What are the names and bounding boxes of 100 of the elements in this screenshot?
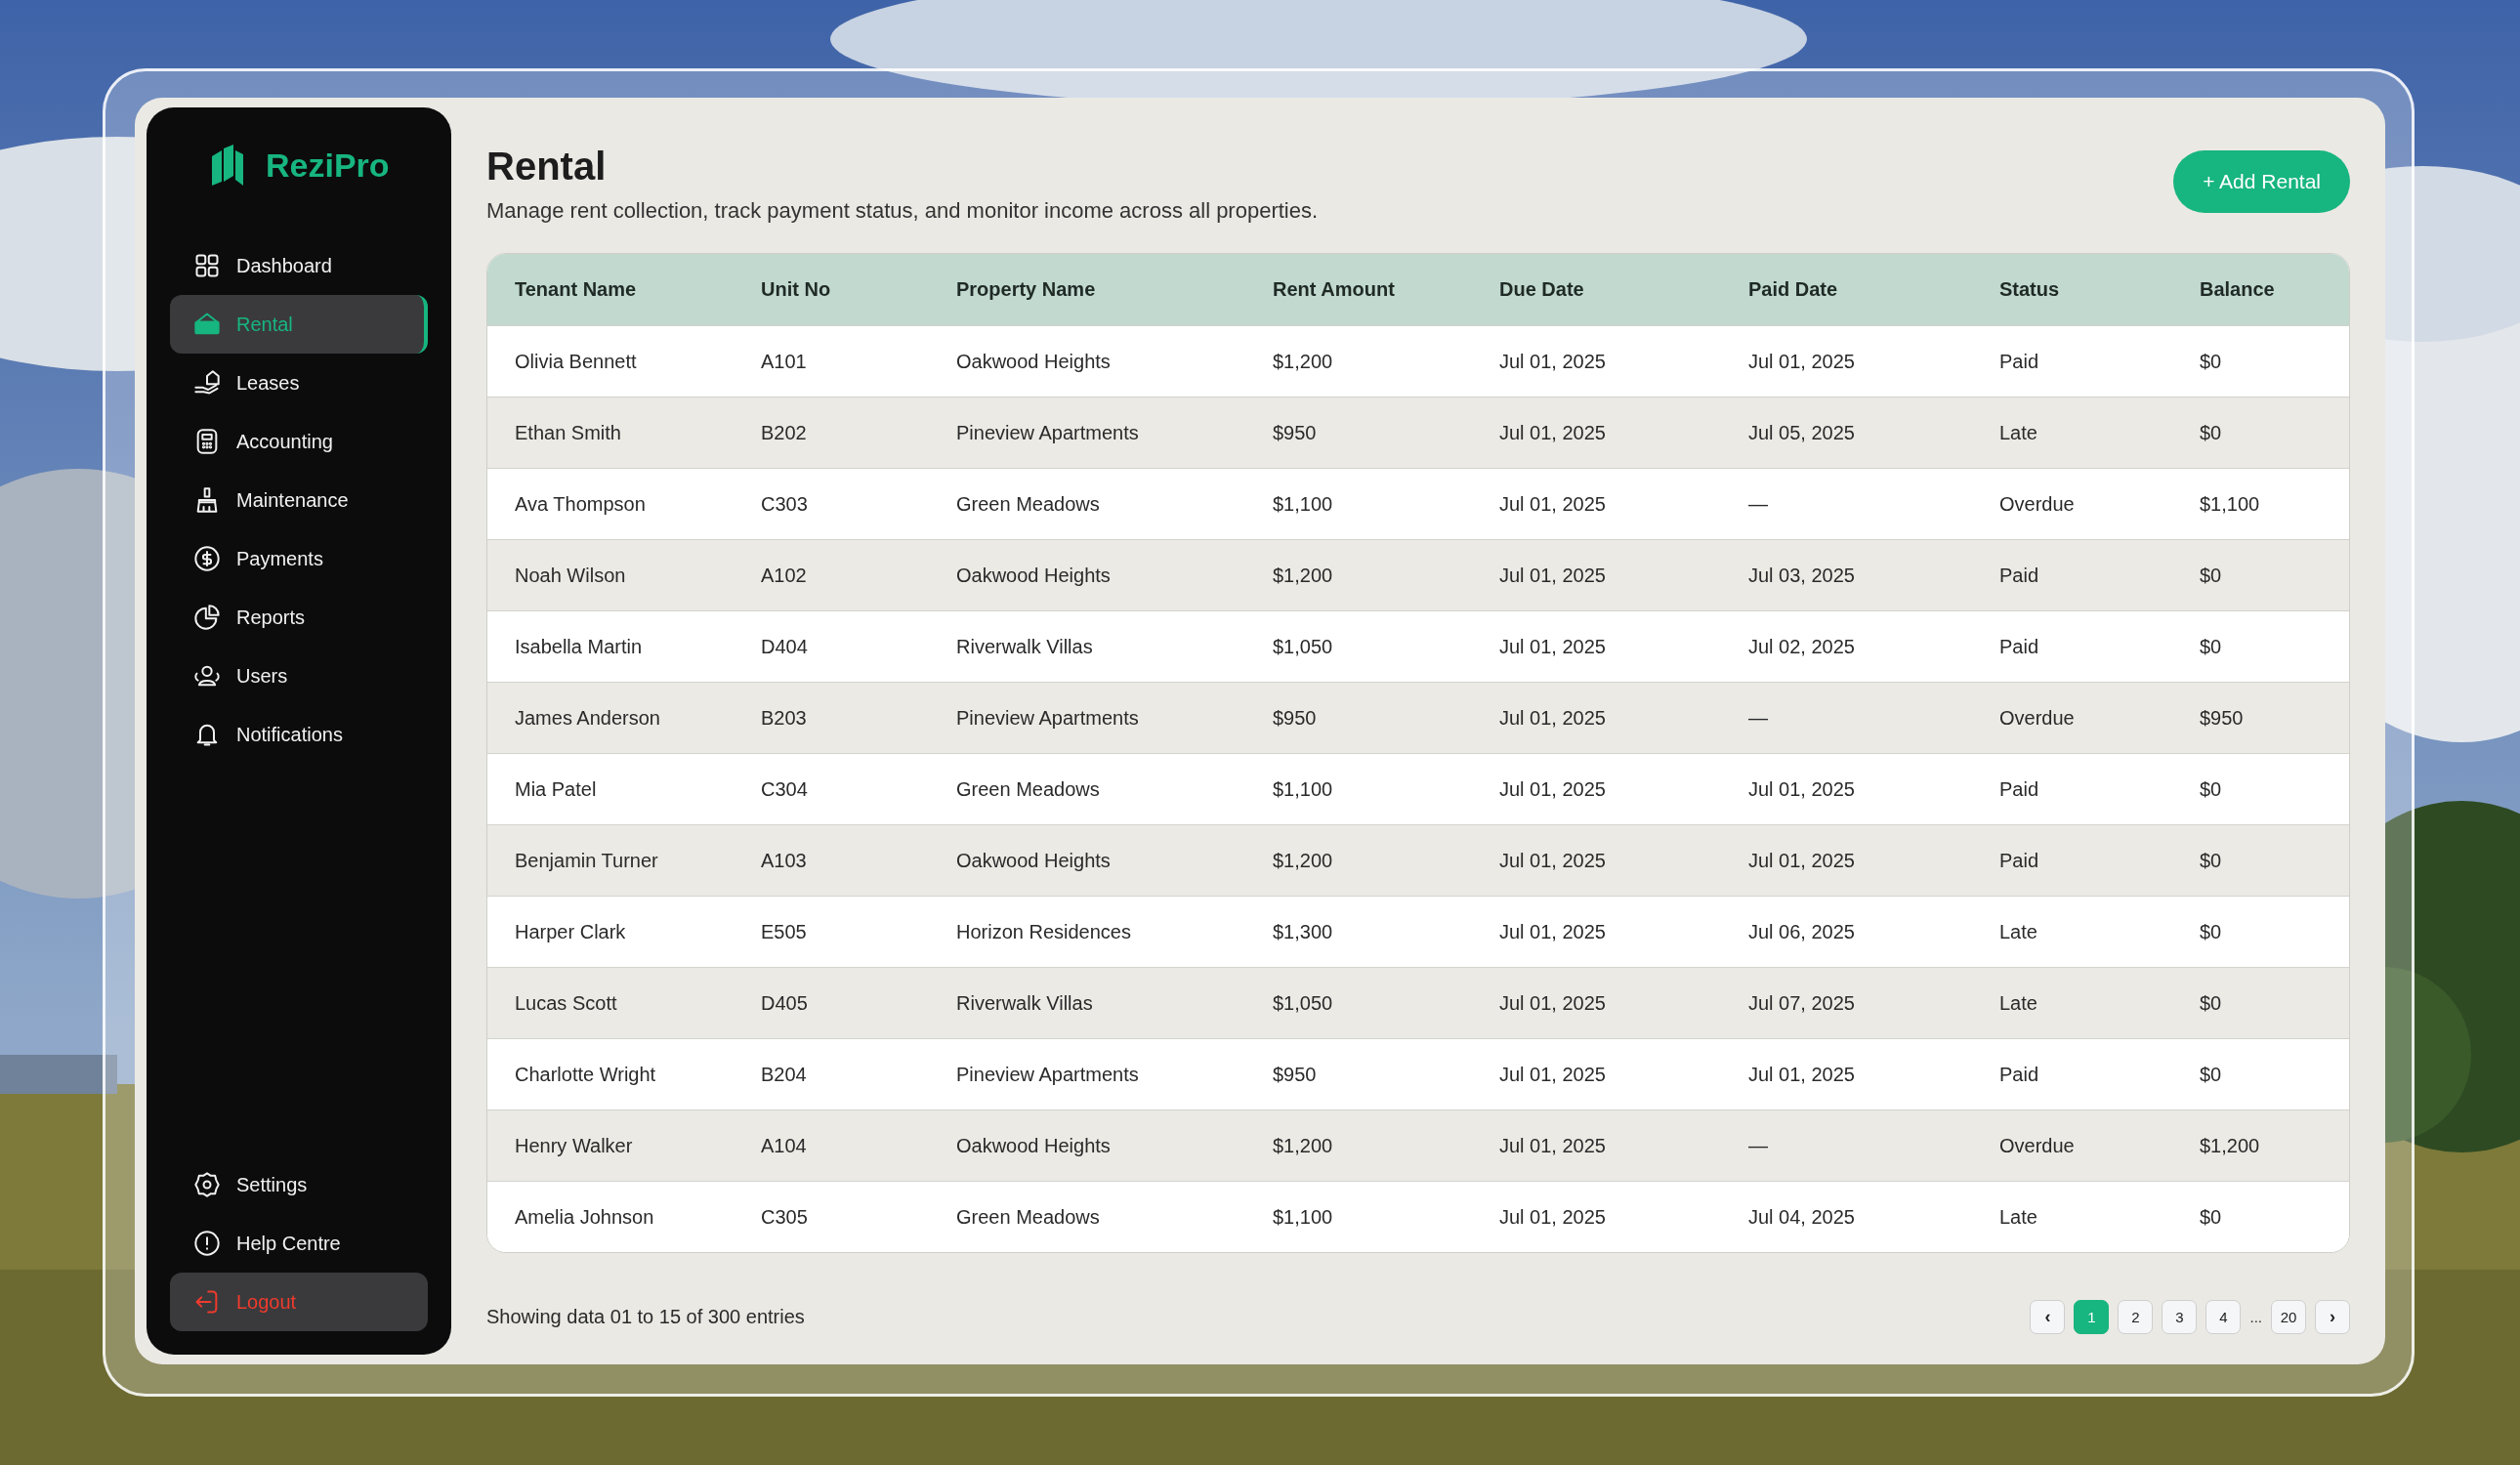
- table-cell-text: Lucas Scott: [515, 991, 618, 1015]
- table-cell-text: Paid: [1999, 849, 2040, 872]
- table-cell-text: Late: [1999, 920, 2038, 943]
- table-cell-text: Jul 01, 2025: [1499, 991, 1607, 1015]
- table-cell-text: Jul 01, 2025: [1748, 350, 1856, 373]
- table-cell-text: $1,200: [2200, 1134, 2261, 1157]
- column-header: Paid Date: [1748, 278, 1839, 301]
- table-cell-text: Mia Patel: [515, 777, 598, 801]
- nav-item[interactable]: Reports: [170, 588, 428, 647]
- table-cell-text: $1,100: [2200, 492, 2261, 516]
- pie-chart-icon: [193, 604, 221, 631]
- alert-icon: [193, 1230, 221, 1257]
- table-cell-text: Jul 07, 2025: [1748, 991, 1856, 1015]
- table-cell-text: Jul 01, 2025: [1748, 1063, 1856, 1086]
- column-header: Balance: [2200, 278, 2276, 301]
- table-cell-text: D404: [761, 635, 809, 658]
- table-cell-text: $950: [1273, 421, 1318, 444]
- table-cell-text: Benjamin Turner: [515, 849, 659, 872]
- table-cell-text: Ethan Smith: [515, 421, 622, 444]
- grid-icon: [193, 252, 221, 279]
- table-cell-text: Jul 01, 2025: [1499, 1134, 1607, 1157]
- table-cell-text: Jul 03, 2025: [1748, 564, 1856, 587]
- table-cell-text: $0: [2200, 920, 2223, 943]
- nav-item[interactable]: Leases: [170, 354, 428, 412]
- table-cell-text: $1,300: [1273, 920, 1334, 943]
- table-cell-text: Noah Wilson: [515, 564, 627, 587]
- table-cell-text: Jul 01, 2025: [1499, 350, 1607, 373]
- pagination-ellipsis: ...: [2249, 1309, 2262, 1325]
- nav-item[interactable]: Help Centre: [170, 1214, 428, 1273]
- table-cell-text: $0: [2200, 350, 2223, 373]
- table-cell-text: E505: [761, 920, 808, 943]
- table-cell-text: $1,200: [1273, 1134, 1334, 1157]
- table-cell-text: Paid: [1999, 1063, 2040, 1086]
- table-cell-text: Oakwood Heights: [956, 350, 1112, 373]
- table-cell-text: Overdue: [1999, 1134, 2076, 1157]
- table-cell-text: A101: [761, 350, 808, 373]
- table-cell-text: $950: [2200, 706, 2245, 730]
- table-cell-text: $1,100: [1273, 492, 1334, 516]
- table-cell-text: B203: [761, 706, 808, 730]
- nav-item[interactable]: Users: [170, 647, 428, 705]
- table-cell-text: —: [1748, 492, 1769, 516]
- table-cell-text: —: [1748, 1134, 1769, 1157]
- nav-item[interactable]: Notifications: [170, 705, 428, 764]
- page-subtitle: Manage rent collection, track payment status, and monitor income across all properties.: [486, 198, 1319, 224]
- table-cell-text: Horizon Residences: [956, 920, 1132, 943]
- table-cell-text: Pineview Apartments: [956, 1063, 1140, 1086]
- table-cell-text: Late: [1999, 1205, 2038, 1229]
- table-cell-text: Jul 01, 2025: [1499, 706, 1607, 730]
- column-header: Unit No: [761, 278, 832, 301]
- table-cell-text: B204: [761, 1063, 808, 1086]
- table-cell-text: C305: [761, 1205, 809, 1229]
- page-title: Rental: [486, 145, 608, 188]
- table-cell-text: A104: [761, 1134, 808, 1157]
- table-cell-text: A102: [761, 564, 808, 587]
- table-cell-text: Jul 01, 2025: [1499, 849, 1607, 872]
- table-cell-text: B202: [761, 421, 808, 444]
- nav-item[interactable]: Maintenance: [170, 471, 428, 529]
- table-cell-text: Olivia Bennett: [515, 350, 638, 373]
- table-cell-text: Oakwood Heights: [956, 564, 1112, 587]
- column-header: Tenant Name: [515, 278, 638, 301]
- table-cell-text: Pineview Apartments: [956, 706, 1140, 730]
- dollar-icon: [193, 545, 221, 572]
- table-cell-text: $950: [1273, 706, 1318, 730]
- table-cell-text: Jul 01, 2025: [1748, 849, 1856, 872]
- page-button[interactable]: 20: [2271, 1300, 2306, 1334]
- table-cell-text: Isabella Martin: [515, 635, 644, 658]
- table-cell-text: $950: [1273, 1063, 1318, 1086]
- table-cell-text: $0: [2200, 849, 2223, 872]
- nav-item[interactable]: Accounting: [170, 412, 428, 471]
- page-button[interactable]: 3: [2162, 1300, 2198, 1334]
- table-cell-text: Jul 01, 2025: [1499, 1205, 1607, 1229]
- table-cell-text: Jul 01, 2025: [1499, 777, 1607, 801]
- column-header: Property Name: [956, 278, 1097, 301]
- table-cell-text: Riverwalk Villas: [956, 635, 1094, 658]
- table-cell-text: $1,200: [1273, 849, 1334, 872]
- previous-page-button[interactable]: ‹: [2030, 1300, 2066, 1334]
- nav-item[interactable]: Dashboard: [170, 236, 428, 295]
- table-cell-text: Jul 04, 2025: [1748, 1205, 1856, 1229]
- column-header: Status: [1999, 278, 2061, 301]
- table-cell-text: Henry Walker: [515, 1134, 634, 1157]
- table-cell-text: $0: [2200, 421, 2223, 444]
- table-cell-text: $0: [2200, 564, 2223, 587]
- table-cell-text: Jul 01, 2025: [1748, 777, 1856, 801]
- page-button[interactable]: 4: [2205, 1300, 2242, 1334]
- table-cell-text: Jul 01, 2025: [1499, 564, 1607, 587]
- nav-item[interactable]: Payments: [170, 529, 428, 588]
- table-cell-text: Green Meadows: [956, 777, 1101, 801]
- table-cell-text: Paid: [1999, 777, 2040, 801]
- nav-item[interactable]: Settings: [170, 1155, 428, 1214]
- table-cell-text: James Anderson: [515, 706, 661, 730]
- table-cell-text: C304: [761, 777, 809, 801]
- table-cell-text: Pineview Apartments: [956, 421, 1140, 444]
- table-cell-text: $0: [2200, 777, 2223, 801]
- page-button[interactable]: 2: [2118, 1300, 2154, 1334]
- column-header: Rent Amount: [1273, 278, 1396, 301]
- nav-item[interactable]: Rental: [170, 295, 428, 354]
- table-cell-text: Jul 01, 2025: [1499, 421, 1607, 444]
- next-page-button[interactable]: ›: [2315, 1300, 2350, 1334]
- settings-icon: [193, 1171, 221, 1198]
- table-cell-text: Oakwood Heights: [956, 1134, 1112, 1157]
